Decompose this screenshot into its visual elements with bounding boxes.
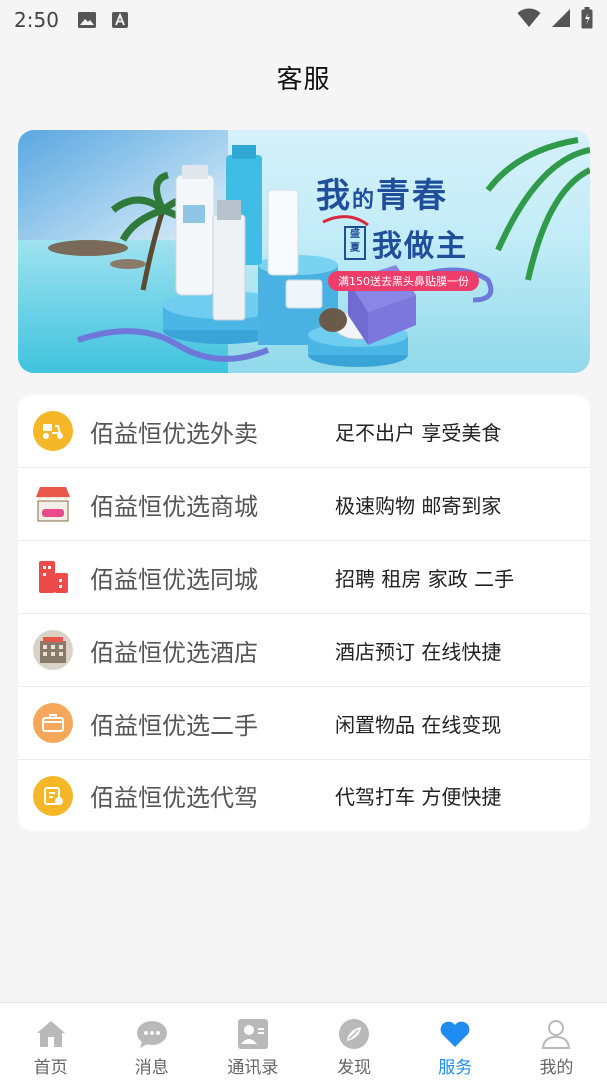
promo-banner[interactable]: 我的青春 盛夏 我做主 满150送去黑头鼻贴膜一份 [18,130,590,373]
tab-label: 首页 [33,1058,68,1078]
service-row-local[interactable]: 佰益恒优选同城 招聘 租房 家政 二手 [18,541,590,614]
title-bar: 客服 [0,40,607,114]
service-name: 佰益恒优选代驾 [90,784,258,812]
service-name: 佰益恒优选二手 [90,711,258,740]
hotel-icon [33,630,73,670]
service-name: 佰益恒优选商城 [90,492,258,521]
status-bar: 2:50 [0,0,607,40]
status-time: 2:50 [14,8,59,32]
signal-icon [551,8,571,32]
service-name: 佰益恒优选酒店 [90,638,258,667]
service-list: 佰益恒优选外卖 足不出户 享受美食 佰益恒优选商城 极速购物 邮寄到家 佰益恒优… [18,395,590,831]
page-title: 客服 [276,64,331,95]
tab-label: 通讯录 [227,1058,279,1078]
tab-contacts[interactable]: 通讯录 [202,1003,303,1080]
user-icon [539,1017,573,1051]
tab-services[interactable]: 服务 [405,1003,506,1080]
wifi-icon [517,8,541,32]
service-desc: 招聘 租房 家政 二手 [335,566,515,591]
tab-me[interactable]: 我的 [506,1003,607,1080]
shop-icon [33,484,73,524]
tab-label: 消息 [134,1058,169,1078]
service-desc: 酒店预订 在线快捷 [335,639,502,664]
banner-line1-a: 我 [316,176,352,216]
banner-stamp: 盛夏 [344,226,366,260]
banner-headline: 我的青春 盛夏 我做主 满150送去黑头鼻贴膜一份 [316,168,516,291]
tab-messages[interactable]: 消息 [101,1003,202,1080]
scooter-icon [33,411,73,451]
service-desc: 足不出户 享受美食 [335,420,502,445]
service-row-hotel[interactable]: 佰益恒优选酒店 酒店预订 在线快捷 [18,614,590,687]
banner-promo: 满150送去黑头鼻贴膜一份 [328,271,479,291]
font-notification-icon [111,11,129,29]
service-name: 佰益恒优选同城 [90,565,258,594]
banner-line1-b: 的 [352,187,377,213]
box-icon [33,703,73,743]
tab-discover[interactable]: 发现 [304,1003,405,1080]
car-icon [33,775,73,816]
banner-line1-c: 青春 [376,176,449,216]
home-icon [34,1017,68,1051]
service-desc: 代驾打车 方便快捷 [335,785,502,809]
service-desc: 闲置物品 在线变现 [335,712,502,737]
contacts-icon [236,1017,270,1051]
tab-home[interactable]: 首页 [0,1003,101,1080]
service-row-mall[interactable]: 佰益恒优选商城 极速购物 邮寄到家 [18,468,590,541]
battery-icon [581,7,593,33]
banner-line2: 我做主 [372,229,468,264]
discover-icon [337,1017,371,1051]
tab-label: 服务 [438,1058,473,1078]
service-row-secondhand[interactable]: 佰益恒优选二手 闲置物品 在线变现 [18,687,590,760]
heart-icon [438,1017,472,1051]
service-name: 佰益恒优选外卖 [90,419,258,448]
image-notification-icon [77,11,97,29]
banner-line1: 我的青春 [316,168,516,217]
tab-label: 我的 [539,1058,574,1078]
message-icon [135,1017,169,1051]
city-buildings-icon [33,557,73,597]
bottom-tab-bar: 首页 消息 通讯录 发现 服务 我的 [0,1002,607,1080]
service-desc: 极速购物 邮寄到家 [335,493,502,518]
banner-line2-row: 盛夏 我做主 [344,221,516,265]
service-row-driver[interactable]: 佰益恒优选代驾 代驾打车 方便快捷 [18,760,590,831]
tab-label: 发现 [337,1058,372,1078]
status-right [517,7,593,33]
service-row-takeout[interactable]: 佰益恒优选外卖 足不出户 享受美食 [18,395,590,468]
